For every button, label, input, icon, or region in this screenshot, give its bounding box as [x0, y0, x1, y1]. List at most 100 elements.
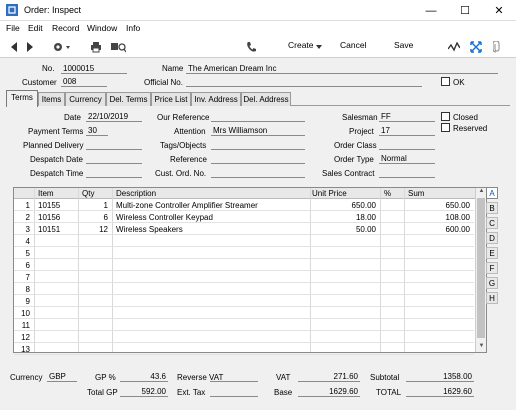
menu-record[interactable]: Record: [52, 23, 79, 33]
despatch-time-field[interactable]: [86, 168, 142, 178]
description-cell[interactable]: Multi-zone Controller Amplifier Streamer: [116, 201, 306, 210]
menu-info[interactable]: Info: [126, 23, 140, 33]
grid-scrollbar[interactable]: ▲ ▼: [475, 188, 486, 352]
payment-terms-field[interactable]: 30: [86, 126, 108, 136]
col-sum-header[interactable]: Sum: [408, 189, 424, 198]
side-tab-h[interactable]: H: [486, 292, 498, 304]
gear-icon[interactable]: [52, 41, 72, 53]
tab-items[interactable]: Items: [38, 92, 65, 106]
unit-price-cell[interactable]: 18.00: [312, 213, 376, 222]
create-button[interactable]: Create: [288, 40, 314, 50]
expand-icon[interactable]: [470, 41, 482, 53]
table-row[interactable]: 6: [14, 259, 474, 271]
maximize-button[interactable]: ☐: [448, 0, 482, 21]
sum-cell[interactable]: 650.00: [406, 201, 470, 210]
attachment-icon[interactable]: [493, 41, 503, 53]
salesman-label: Salesman: [342, 113, 378, 122]
table-row[interactable]: 4: [14, 235, 474, 247]
scroll-thumb[interactable]: [477, 198, 485, 338]
items-grid[interactable]: Item Qty Description Unit Price % Sum 11…: [13, 187, 487, 355]
table-row[interactable]: 11: [14, 319, 474, 331]
qty-cell[interactable]: 6: [80, 213, 108, 222]
tab-price-list[interactable]: Price List: [151, 92, 191, 106]
table-row[interactable]: 3 10151 12 Wireless Speakers 50.00 600.00: [14, 223, 474, 235]
col-qty-header[interactable]: Qty: [82, 189, 94, 198]
table-row[interactable]: 10: [14, 307, 474, 319]
menu-edit[interactable]: Edit: [28, 23, 43, 33]
table-row[interactable]: 8: [14, 283, 474, 295]
unit-price-cell[interactable]: 50.00: [312, 225, 376, 234]
tab-terms[interactable]: Terms: [6, 90, 38, 107]
currency-field[interactable]: GBP: [47, 372, 77, 382]
side-tab-c[interactable]: C: [486, 217, 498, 229]
close-button[interactable]: ✕: [482, 0, 516, 21]
official-no-field[interactable]: [186, 77, 422, 87]
table-row[interactable]: 13: [14, 343, 474, 355]
cust-ord-no-field[interactable]: [211, 168, 305, 178]
tags-objects-field[interactable]: [211, 140, 305, 150]
name-field[interactable]: The American Dream Inc: [186, 64, 498, 74]
customer-field[interactable]: 008: [61, 77, 107, 87]
activity-icon[interactable]: [448, 42, 460, 52]
ok-checkbox[interactable]: [441, 77, 450, 86]
side-tab-b[interactable]: B: [486, 202, 498, 214]
col-description-header[interactable]: Description: [116, 189, 156, 198]
planned-delivery-field[interactable]: [86, 140, 142, 150]
sum-cell[interactable]: 600.00: [406, 225, 470, 234]
order-class-field[interactable]: [379, 140, 435, 150]
table-row[interactable]: 5: [14, 247, 474, 259]
date-field[interactable]: 22/10/2019: [86, 112, 142, 122]
sum-cell[interactable]: 108.00: [406, 213, 470, 222]
col-item-header[interactable]: Item: [38, 189, 54, 198]
unit-price-cell[interactable]: 650.00: [312, 201, 376, 210]
item-cell[interactable]: 10156: [38, 213, 76, 222]
qty-cell[interactable]: 1: [80, 201, 108, 210]
our-reference-field[interactable]: [211, 112, 305, 122]
reserved-checkbox[interactable]: [441, 123, 450, 132]
table-row[interactable]: 12: [14, 331, 474, 343]
salesman-field[interactable]: FF: [379, 112, 435, 122]
phone-icon[interactable]: [246, 41, 256, 53]
table-row[interactable]: 9: [14, 295, 474, 307]
table-row[interactable]: 2 10156 6 Wireless Controller Keypad 18.00 10…: [14, 211, 474, 223]
chevron-down-icon[interactable]: [316, 45, 322, 49]
description-cell[interactable]: Wireless Controller Keypad: [116, 213, 306, 222]
menu-window[interactable]: Window: [87, 23, 117, 33]
previous-record-icon[interactable]: [10, 42, 18, 52]
reference-field[interactable]: [211, 154, 305, 164]
attention-field[interactable]: Mrs Williamson: [211, 126, 305, 136]
title-bar: Order: Inspect — ☐ ✕: [0, 0, 516, 21]
item-cell[interactable]: 10151: [38, 225, 76, 234]
sales-contract-field[interactable]: [379, 168, 435, 178]
closed-checkbox[interactable]: [441, 112, 450, 121]
side-tab-e[interactable]: E: [486, 247, 498, 259]
scroll-down-icon[interactable]: ▼: [476, 343, 487, 352]
print-preview-icon[interactable]: [110, 41, 126, 53]
despatch-date-field[interactable]: [86, 154, 142, 164]
next-record-icon[interactable]: [26, 42, 34, 52]
side-tab-f[interactable]: F: [486, 262, 498, 274]
col-unit-price-header[interactable]: Unit Price: [312, 189, 347, 198]
description-cell[interactable]: Wireless Speakers: [116, 225, 306, 234]
project-field[interactable]: 17: [379, 126, 435, 136]
cancel-button[interactable]: Cancel: [340, 40, 366, 50]
tab-currency[interactable]: Currency: [65, 92, 106, 106]
tab-del-address[interactable]: Del. Address: [241, 92, 291, 106]
menu-file[interactable]: File: [6, 23, 20, 33]
side-tab-g[interactable]: G: [486, 277, 498, 289]
tab-inv-address[interactable]: Inv. Address: [191, 92, 241, 106]
no-field[interactable]: 1000015: [61, 64, 127, 74]
minimize-button[interactable]: —: [414, 0, 448, 21]
save-button[interactable]: Save: [394, 40, 413, 50]
row-number: 11: [21, 321, 30, 330]
tab-del-terms[interactable]: Del. Terms: [106, 92, 151, 106]
side-tab-a[interactable]: A: [486, 187, 498, 199]
col-percent-header[interactable]: %: [384, 189, 391, 198]
qty-cell[interactable]: 12: [80, 225, 108, 234]
table-row[interactable]: 7: [14, 271, 474, 283]
printer-icon[interactable]: [90, 41, 102, 53]
order-type-field[interactable]: Normal: [379, 154, 435, 164]
item-cell[interactable]: 10155: [38, 201, 76, 210]
table-row[interactable]: 1 10155 1 Multi-zone Controller Amplifier S…: [14, 199, 474, 211]
side-tab-d[interactable]: D: [486, 232, 498, 244]
